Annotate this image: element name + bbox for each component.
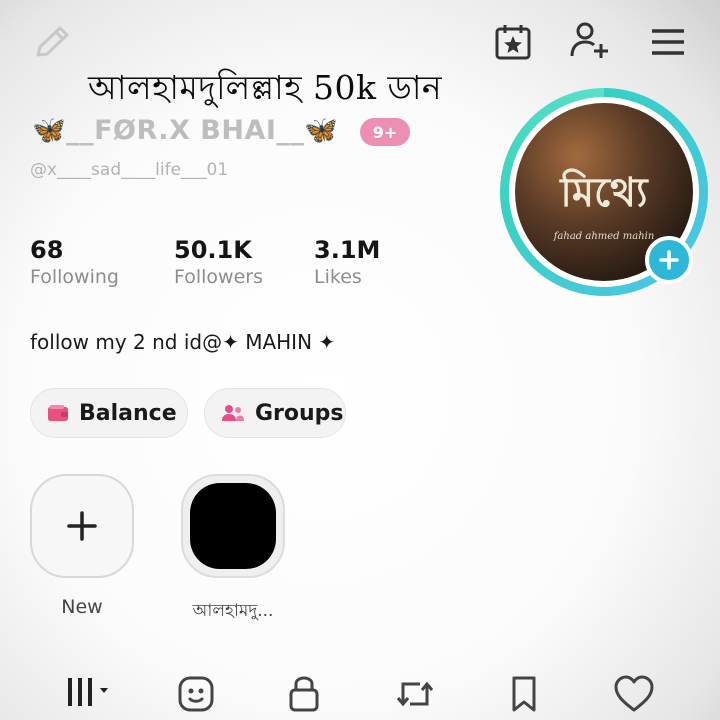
add-user-icon[interactable]	[568, 20, 612, 62]
repost-icon[interactable]	[394, 674, 436, 714]
bio-text: follow my 2 nd id@✦ MAHIN ✦	[30, 330, 336, 354]
bookmark-icon[interactable]	[508, 674, 540, 714]
groups-label: Groups	[255, 400, 344, 426]
display-name: 🦋__FØR.X BHAI__🦋	[32, 115, 339, 146]
balance-label: Balance	[79, 400, 177, 426]
stat-label: Followers	[174, 266, 263, 288]
plus-icon	[67, 511, 97, 541]
stat-value: 68	[30, 236, 64, 264]
stat-following[interactable]: 68 Following	[30, 236, 119, 288]
notification-badge[interactable]: 9+	[360, 118, 410, 146]
lock-icon[interactable]	[286, 672, 322, 714]
stat-likes[interactable]: 3.1M Likes	[314, 236, 380, 288]
calendar-star-icon[interactable]	[493, 22, 533, 62]
stat-label: Following	[30, 266, 119, 288]
heart-icon[interactable]	[612, 674, 656, 714]
repost-face-icon[interactable]	[176, 674, 216, 714]
avatar-text: মিথ্যে	[560, 169, 648, 216]
overlay-caption: আলহামদুলিল্লাহ 50k ডান	[88, 68, 443, 107]
pencil-icon[interactable]	[30, 22, 76, 62]
stat-label: Likes	[314, 266, 362, 288]
highlight-thumbnail	[190, 483, 276, 569]
highlight-label: আলহামদু...	[192, 601, 274, 621]
stat-followers[interactable]: 50.1K Followers	[174, 236, 263, 288]
stat-value: 3.1M	[314, 236, 381, 264]
grid-icon[interactable]	[64, 672, 118, 712]
wallet-icon	[47, 404, 69, 422]
highlight-item[interactable]	[181, 474, 285, 578]
groups-icon	[221, 403, 245, 423]
plus-icon	[659, 250, 679, 270]
groups-button[interactable]: Groups	[204, 388, 346, 438]
stat-value: 50.1K	[174, 236, 252, 264]
new-highlight-button[interactable]	[30, 474, 134, 578]
add-story-button[interactable]	[645, 236, 693, 284]
menu-icon[interactable]	[648, 26, 688, 58]
highlight-label: New	[61, 596, 103, 618]
username: @x____sad____life___01	[30, 160, 229, 180]
balance-button[interactable]: Balance	[30, 388, 188, 438]
